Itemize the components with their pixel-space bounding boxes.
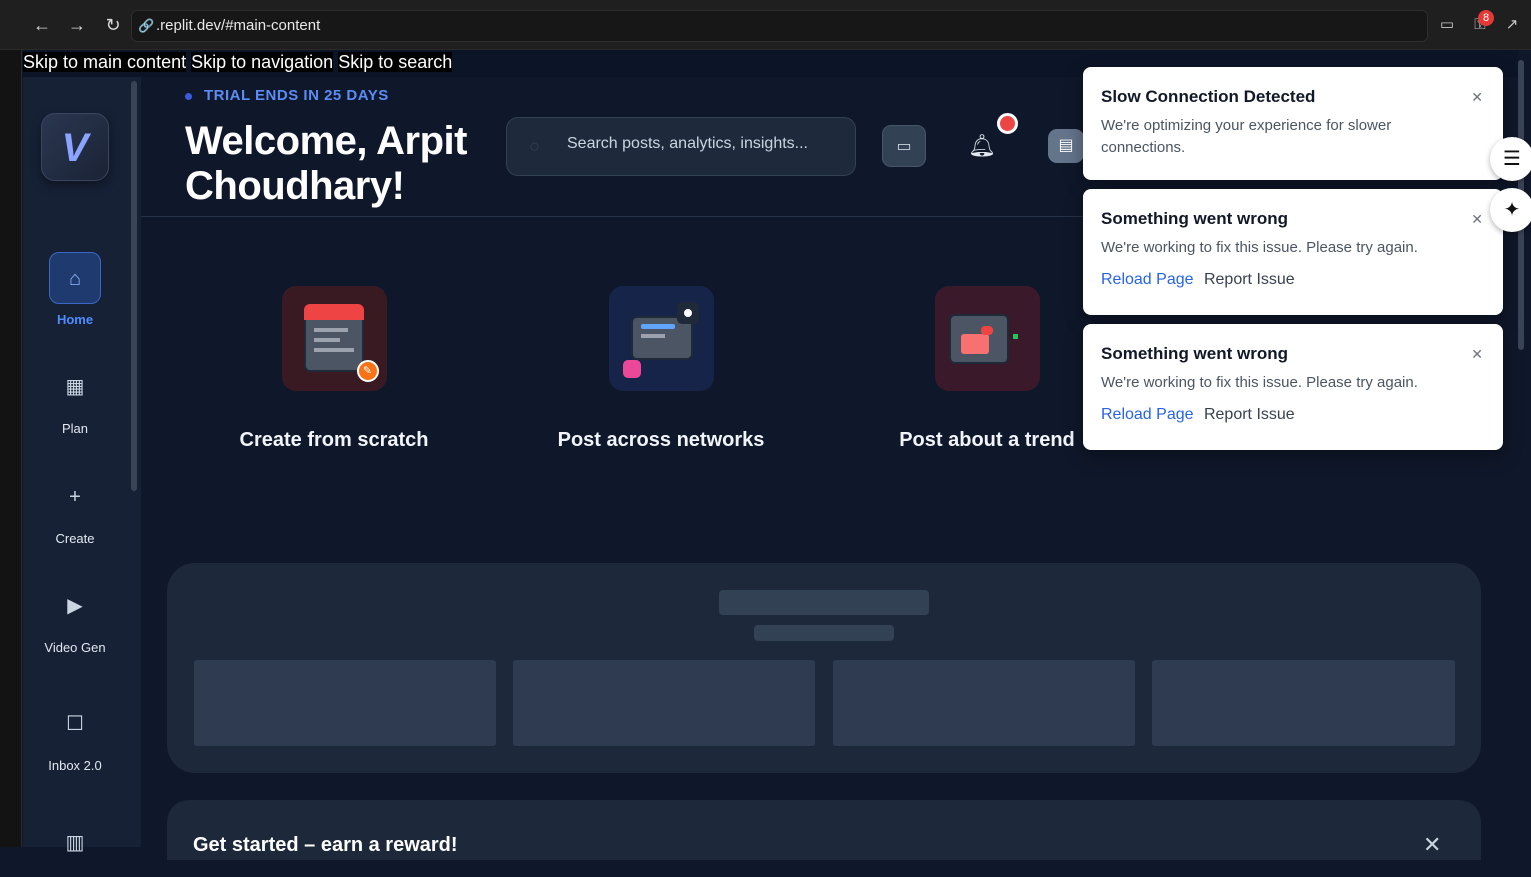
sidebar-item-label: Create xyxy=(55,531,95,546)
chat-icon: ☐ xyxy=(66,713,84,735)
plus-icon: + xyxy=(69,486,81,508)
extension-badge: 8 xyxy=(1478,10,1494,26)
sidebar-item-analytics[interactable]: ▥ xyxy=(23,817,127,877)
skip-to-navigation-link[interactable]: Skip to navigation xyxy=(191,52,334,72)
search-input[interactable] xyxy=(567,135,837,153)
skip-to-main-link[interactable]: Skip to main content xyxy=(23,52,187,72)
sidebar-item-video-gen[interactable]: ▶ Video Gen xyxy=(23,580,127,655)
toast-title: Something went wrong xyxy=(1101,344,1288,363)
trend-folder-icon xyxy=(934,286,1040,391)
skeleton-tile xyxy=(833,660,1135,746)
back-icon[interactable]: ← xyxy=(29,12,55,38)
reward-card: Get started – earn a reward! ✕ xyxy=(167,800,1481,860)
url-text: .replit.dev/#main-content xyxy=(156,17,321,34)
bell-icon: 🔔︎ xyxy=(968,133,996,158)
toast-title: Slow Connection Detected xyxy=(1101,87,1316,106)
display-mode-button[interactable]: ▭ xyxy=(882,125,926,167)
reload-page-button[interactable]: Reload Page xyxy=(1101,271,1194,288)
quick-action-title: Create from scratch xyxy=(239,429,429,451)
toast-error: Something went wrong We're working to fi… xyxy=(1083,189,1503,315)
report-issue-button[interactable]: Report Issue xyxy=(1204,271,1295,288)
toast-slow-connection: Slow Connection Detected We're optimizin… xyxy=(1083,67,1503,180)
skeleton-tile xyxy=(194,660,496,746)
skeleton-title xyxy=(719,590,929,615)
sidebar-item-label: Home xyxy=(56,312,94,327)
sidebar-item-home[interactable]: ⌂ Home xyxy=(23,252,127,327)
trial-text: TRIAL ENDS IN 25 DAYS xyxy=(204,87,389,104)
report-issue-button[interactable]: Report Issue xyxy=(1204,406,1295,423)
toast-message: We're working to fix this issue. Please … xyxy=(1101,239,1418,256)
document-icon: ▤ xyxy=(1058,137,1074,154)
bar-chart-icon: ▥ xyxy=(65,832,85,854)
skeleton-tile xyxy=(513,660,815,746)
browser-toolbar: ← → ↻ 🔗 .replit.dev/#main-content ▭ ⚿ 8 … xyxy=(0,0,1531,50)
close-icon[interactable]: ✕ xyxy=(1471,211,1483,228)
sidebar-scrollbar[interactable] xyxy=(131,81,137,491)
quick-action-cross-post[interactable]: Post across networks xyxy=(531,286,791,452)
sidebar: V ⌂ Home ▦ Plan + Create ▶ Video Gen ☐ I… xyxy=(23,77,141,854)
forward-icon[interactable]: → xyxy=(64,12,90,38)
sidebar-item-label: Plan xyxy=(61,421,89,436)
notifications-button[interactable]: 🔔︎ xyxy=(960,125,1004,167)
search-icon: ○ xyxy=(529,136,540,156)
skip-to-search-link[interactable]: Skip to search xyxy=(338,52,453,72)
calendar-icon: ▦ xyxy=(65,376,85,398)
devices-icon[interactable]: ▭ xyxy=(1437,15,1457,35)
notification-badge xyxy=(997,113,1018,134)
sidebar-item-label: Inbox 2.0 xyxy=(48,758,102,773)
trial-banner: TRIAL ENDS IN 25 DAYS xyxy=(185,87,389,104)
skeleton-subtitle xyxy=(754,625,894,641)
video-icon: ▶ xyxy=(67,595,83,617)
trial-dot xyxy=(185,92,192,100)
toast-message: We're working to fix this issue. Please … xyxy=(1101,374,1418,391)
logo-mark: V xyxy=(61,126,89,170)
search-box[interactable]: ○ xyxy=(506,117,856,176)
reload-page-button[interactable]: Reload Page xyxy=(1101,406,1194,423)
document-edit-icon: ✎ xyxy=(281,286,387,391)
profile-menu-button[interactable]: ▤ xyxy=(1048,129,1084,163)
sidebar-item-label: Video Gen xyxy=(44,640,106,655)
quick-action-trend[interactable]: Post about a trend xyxy=(857,286,1117,452)
browser-side-panel xyxy=(0,50,22,847)
skeleton-tile xyxy=(1152,660,1455,746)
sidebar-item-inbox[interactable]: ☐ Inbox 2.0 xyxy=(23,698,127,773)
open-external-icon[interactable]: ↗ xyxy=(1502,15,1522,35)
quick-action-create[interactable]: ✎ Create from scratch xyxy=(204,286,464,452)
sidebar-item-plan[interactable]: ▦ Plan xyxy=(23,361,127,436)
reward-close-icon[interactable]: ✕ xyxy=(1423,832,1441,858)
page-title: Welcome, Arpit Choudhary! xyxy=(185,119,467,208)
ai-sparkle-icon[interactable]: ✦ xyxy=(1490,188,1531,232)
reward-title: Get started – earn a reward! xyxy=(193,834,458,856)
toast-title: Something went wrong xyxy=(1101,209,1288,228)
toast-error: Something went wrong We're working to fi… xyxy=(1083,324,1503,450)
reading-mode-icon[interactable]: ☰ xyxy=(1490,137,1531,181)
quick-action-title: Post across networks xyxy=(557,429,765,451)
address-bar[interactable]: 🔗 .replit.dev/#main-content xyxy=(131,10,1428,42)
app-logo[interactable]: V xyxy=(41,113,109,181)
home-icon: ⌂ xyxy=(49,252,101,304)
quick-action-title: Post about a trend xyxy=(899,429,1075,451)
close-icon[interactable]: ✕ xyxy=(1471,89,1483,106)
link-icon: 🔗 xyxy=(138,18,155,33)
toast-message: We're optimizing your experience for slo… xyxy=(1101,117,1392,156)
monitor-icon: ▭ xyxy=(896,138,912,155)
sidebar-item-create[interactable]: + Create xyxy=(23,471,127,546)
loading-skeleton-card xyxy=(167,563,1481,773)
reload-icon[interactable]: ↻ xyxy=(100,12,126,38)
close-icon[interactable]: ✕ xyxy=(1471,346,1483,363)
share-network-icon xyxy=(608,286,714,391)
